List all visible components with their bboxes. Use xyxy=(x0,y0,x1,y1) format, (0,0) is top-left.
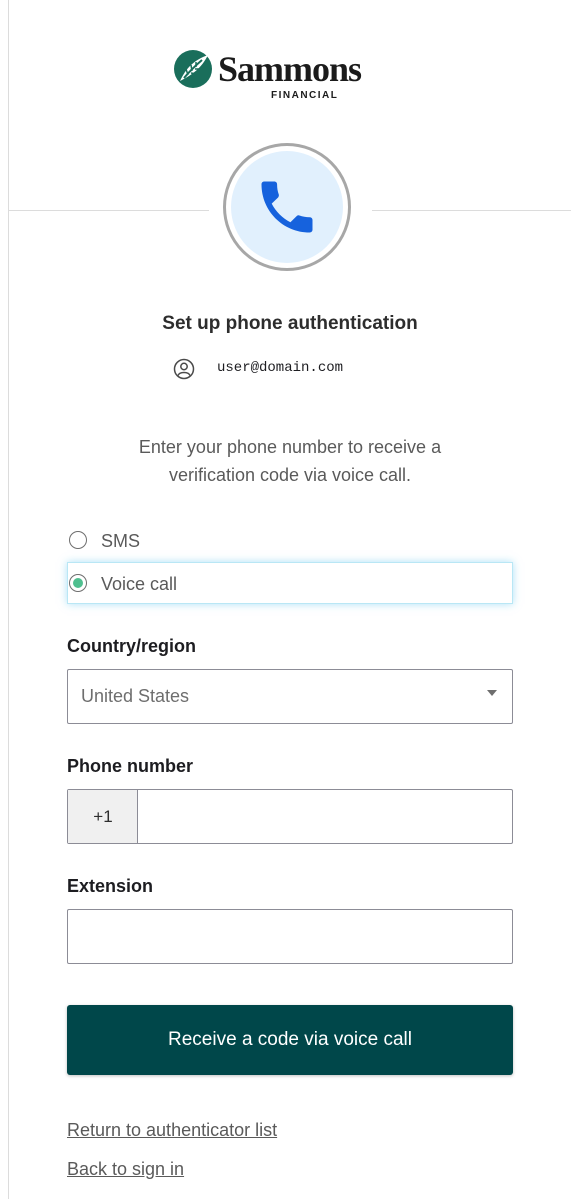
phone-label: Phone number xyxy=(67,756,194,776)
method-option-voice-call[interactable]: Voice call xyxy=(67,562,513,604)
country-select[interactable]: United States xyxy=(67,669,513,724)
phone-field[interactable]: +1 xyxy=(67,789,516,845)
phone-icon xyxy=(261,181,313,233)
receive-code-button[interactable]: Receive a code via voice call xyxy=(67,1005,513,1075)
header-divider-right xyxy=(372,210,571,211)
authenticator-badge xyxy=(223,143,351,271)
instructions: Enter your phone number to receive a ver… xyxy=(60,433,520,489)
identity-email: user@domain.com xyxy=(217,360,344,376)
leaf-logo-icon xyxy=(174,50,212,88)
method-option-label: SMS xyxy=(101,531,141,551)
country-value: United States xyxy=(81,686,190,706)
instructions-line-1: Enter your phone number to receive a xyxy=(138,437,442,457)
method-option-label: Voice call xyxy=(101,574,178,594)
brand-subtitle: FINANCIAL xyxy=(271,90,339,101)
return-to-authenticator-list-link[interactable]: Return to authenticator list xyxy=(67,1120,277,1141)
country-label: Country/region xyxy=(67,636,196,656)
radio-checked[interactable] xyxy=(69,574,87,592)
back-to-sign-in-link[interactable]: Back to sign in xyxy=(67,1159,184,1180)
instructions-line-2: verification code via voice call. xyxy=(168,465,412,485)
brand-name: Sammons xyxy=(218,49,362,89)
receive-code-button-label: Receive a code via voice call xyxy=(168,1029,412,1050)
left-border xyxy=(8,0,9,1199)
radio-unchecked[interactable] xyxy=(69,531,87,549)
brand-logo: Sammons FINANCIAL xyxy=(172,46,412,106)
country-code-prefix: +1 xyxy=(68,790,138,843)
user-icon xyxy=(173,358,195,380)
chevron-down-icon xyxy=(487,690,497,696)
method-option-sms[interactable]: SMS xyxy=(67,521,513,563)
page-title: Set up phone authentication xyxy=(162,313,418,334)
extension-label: Extension xyxy=(67,876,154,896)
extension-input[interactable] xyxy=(67,909,513,964)
phone-number-input[interactable] xyxy=(138,790,516,845)
country-code: +1 xyxy=(93,807,113,826)
header-divider-left xyxy=(9,210,209,211)
